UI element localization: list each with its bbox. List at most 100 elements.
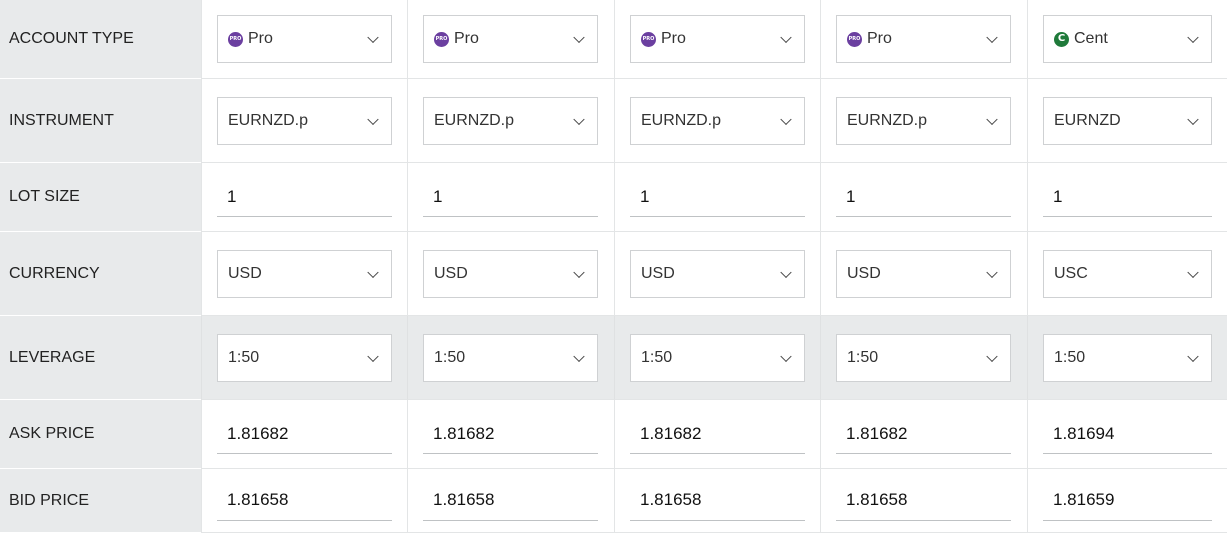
account-type-select-3[interactable]: PRO Pro: [630, 15, 805, 63]
account-type-cell-4: PRO Pro: [820, 0, 1027, 79]
account-type-value: Pro: [867, 30, 892, 47]
chevron-down-icon: [986, 266, 998, 278]
lot-size-cell-2: 1: [407, 163, 614, 232]
chevron-down-icon: [1187, 350, 1199, 362]
ask-price-field-5[interactable]: 1.81694: [1043, 414, 1212, 454]
lot-size-cell-4: 1: [820, 163, 1027, 232]
instrument-value: EURNZD.p: [847, 111, 928, 129]
bid-price-field-1[interactable]: 1.81658: [217, 481, 392, 521]
currency-select-3[interactable]: USD: [630, 249, 805, 298]
instrument-select-4[interactable]: EURNZD.p: [836, 96, 1011, 145]
ask-price-cell-3: 1.81682: [614, 400, 820, 469]
account-type-cell-5: C Cent: [1027, 0, 1227, 79]
bid-price-field-3[interactable]: 1.81658: [630, 481, 805, 521]
leverage-cell-1: 1:50: [201, 316, 407, 400]
pro-badge-icon: PRO: [641, 31, 656, 47]
leverage-select-5[interactable]: 1:50: [1043, 333, 1212, 382]
ask-price-cell-4: 1.81682: [820, 400, 1027, 469]
chevron-down-icon: [573, 31, 585, 44]
leverage-value: 1:50: [1054, 348, 1086, 366]
row-label-account-type: ACCOUNT TYPE: [0, 0, 201, 79]
chevron-down-icon: [780, 350, 792, 362]
account-type-cell-3: PRO Pro: [614, 0, 820, 79]
ask-price-field-4[interactable]: 1.81682: [836, 414, 1011, 454]
bid-price-cell-5: 1.81659: [1027, 469, 1227, 533]
cent-badge-icon: C: [1054, 31, 1069, 47]
chevron-down-icon: [367, 113, 379, 125]
chevron-down-icon: [573, 266, 585, 278]
leverage-value: 1:50: [228, 348, 260, 366]
chevron-down-icon: [780, 113, 792, 125]
currency-value: USD: [434, 264, 468, 282]
account-type-select-2[interactable]: PRO Pro: [423, 15, 598, 63]
ask-price-field-2[interactable]: 1.81682: [423, 414, 598, 454]
account-type-select-1[interactable]: PRO Pro: [217, 15, 392, 63]
calculator-table: ACCOUNT TYPE PRO Pro PRO Pro PRO Pro PRO…: [0, 0, 1227, 533]
currency-select-5[interactable]: USC: [1043, 249, 1212, 298]
pro-badge-icon: PRO: [228, 31, 243, 47]
instrument-value: EURNZD.p: [434, 111, 515, 129]
lot-size-input-5[interactable]: 1: [1043, 177, 1212, 217]
currency-select-1[interactable]: USD: [217, 249, 392, 298]
currency-value: USC: [1054, 264, 1088, 282]
currency-value: USD: [847, 264, 881, 282]
leverage-cell-4: 1:50: [820, 316, 1027, 400]
chevron-down-icon: [573, 350, 585, 362]
chevron-down-icon: [1187, 31, 1199, 44]
currency-value: USD: [228, 264, 262, 282]
instrument-select-3[interactable]: EURNZD.p: [630, 96, 805, 145]
account-type-select-4[interactable]: PRO Pro: [836, 15, 1011, 63]
chevron-down-icon: [986, 350, 998, 362]
lot-size-cell-5: 1: [1027, 163, 1227, 232]
currency-cell-5: USC: [1027, 232, 1227, 316]
currency-cell-2: USD: [407, 232, 614, 316]
bid-price-cell-3: 1.81658: [614, 469, 820, 533]
leverage-select-4[interactable]: 1:50: [836, 333, 1011, 382]
currency-cell-3: USD: [614, 232, 820, 316]
chevron-down-icon: [367, 350, 379, 362]
chevron-down-icon: [1187, 266, 1199, 278]
currency-cell-4: USD: [820, 232, 1027, 316]
lot-size-input-3[interactable]: 1: [630, 177, 805, 217]
bid-price-field-2[interactable]: 1.81658: [423, 481, 598, 521]
bid-price-cell-2: 1.81658: [407, 469, 614, 533]
row-label-bid-price: BID PRICE: [0, 469, 201, 533]
row-label-leverage: LEVERAGE: [0, 316, 201, 400]
leverage-select-3[interactable]: 1:50: [630, 333, 805, 382]
row-label-ask-price: ASK PRICE: [0, 400, 201, 469]
instrument-cell-3: EURNZD.p: [614, 79, 820, 163]
leverage-cell-5: 1:50: [1027, 316, 1227, 400]
leverage-select-2[interactable]: 1:50: [423, 333, 598, 382]
lot-size-cell-1: 1: [201, 163, 407, 232]
instrument-select-5[interactable]: EURNZD: [1043, 96, 1212, 145]
account-type-select-5[interactable]: C Cent: [1043, 15, 1212, 63]
currency-cell-1: USD: [201, 232, 407, 316]
bid-price-cell-4: 1.81658: [820, 469, 1027, 533]
leverage-select-1[interactable]: 1:50: [217, 333, 392, 382]
ask-price-field-1[interactable]: 1.81682: [217, 414, 392, 454]
ask-price-cell-2: 1.81682: [407, 400, 614, 469]
chevron-down-icon: [1187, 113, 1199, 125]
instrument-select-2[interactable]: EURNZD.p: [423, 96, 598, 145]
currency-select-2[interactable]: USD: [423, 249, 598, 298]
chevron-down-icon: [573, 113, 585, 125]
lot-size-input-1[interactable]: 1: [217, 177, 392, 217]
leverage-value: 1:50: [641, 348, 673, 366]
currency-select-4[interactable]: USD: [836, 249, 1011, 298]
chevron-down-icon: [780, 266, 792, 278]
pro-badge-icon: PRO: [847, 31, 862, 47]
leverage-value: 1:50: [847, 348, 879, 366]
instrument-cell-5: EURNZD: [1027, 79, 1227, 163]
account-type-value: Pro: [248, 30, 273, 47]
leverage-value: 1:50: [434, 348, 466, 366]
account-type-value: Cent: [1074, 30, 1108, 47]
lot-size-input-2[interactable]: 1: [423, 177, 598, 217]
chevron-down-icon: [986, 31, 998, 44]
bid-price-field-4[interactable]: 1.81658: [836, 481, 1011, 521]
leverage-cell-3: 1:50: [614, 316, 820, 400]
ask-price-field-3[interactable]: 1.81682: [630, 414, 805, 454]
instrument-select-1[interactable]: EURNZD.p: [217, 96, 392, 145]
lot-size-input-4[interactable]: 1: [836, 177, 1011, 217]
bid-price-cell-1: 1.81658: [201, 469, 407, 533]
bid-price-field-5[interactable]: 1.81659: [1043, 481, 1212, 521]
